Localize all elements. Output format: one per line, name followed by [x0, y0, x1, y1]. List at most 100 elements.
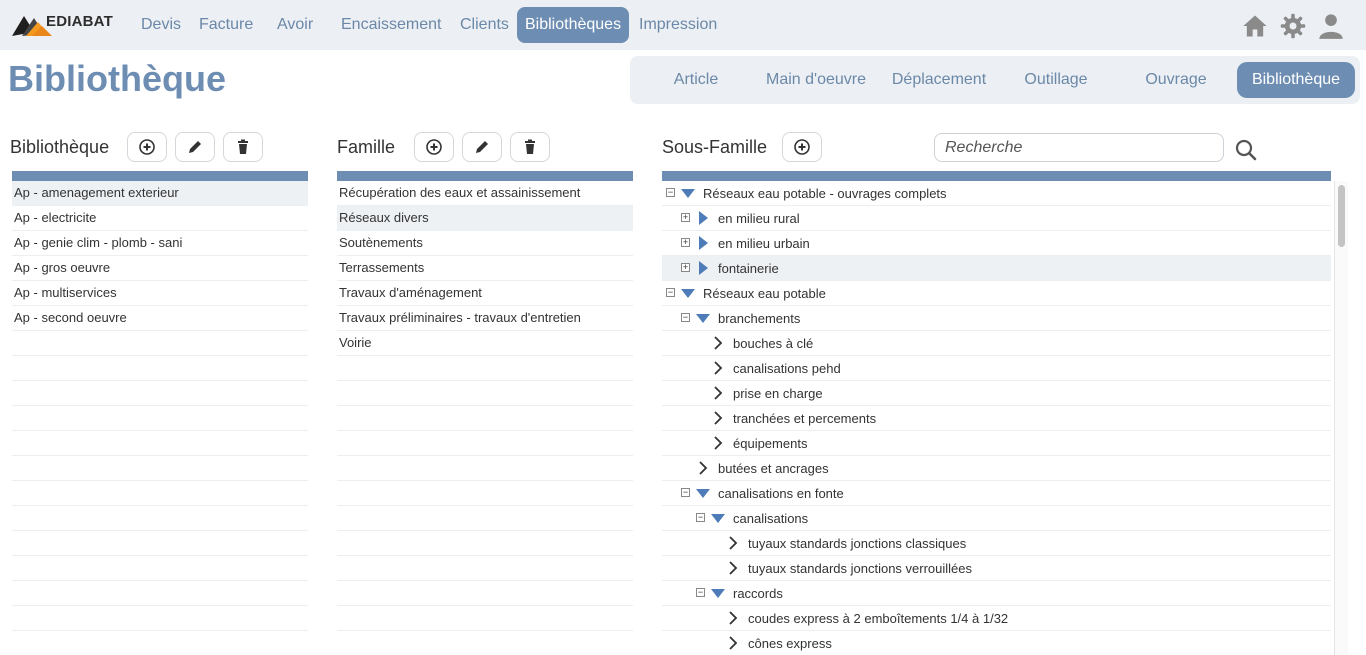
- empty-list-row: [337, 431, 633, 456]
- famille-add-button[interactable]: [414, 132, 454, 162]
- list-item[interactable]: Ap - genie clim - plomb - sani: [12, 231, 308, 256]
- list-item[interactable]: Ap - multiservices: [12, 281, 308, 306]
- tree-node[interactable]: tranchées et percements: [662, 406, 1331, 431]
- list-item[interactable]: Ap - second oeuvre: [12, 306, 308, 331]
- famille-delete-button[interactable]: [510, 132, 550, 162]
- tree-node[interactable]: + fontainerie: [662, 256, 1331, 281]
- scrollbar-thumb[interactable]: [1338, 185, 1345, 247]
- chevron-right-icon[interactable]: [711, 436, 725, 450]
- bibliotheque-edit-button[interactable]: [175, 132, 215, 162]
- tree-node-label: en milieu rural: [718, 211, 800, 226]
- collapse-toggle-icon[interactable]: −: [696, 588, 705, 597]
- expand-toggle-icon[interactable]: +: [681, 263, 690, 272]
- chevron-right-icon[interactable]: [711, 386, 725, 400]
- list-item[interactable]: Ap - amenagement exterieur: [12, 181, 308, 206]
- subtab-article[interactable]: Article: [648, 62, 744, 98]
- chevron-right-icon[interactable]: [726, 636, 740, 650]
- subtab-main-d-oeuvre[interactable]: Main d'oeuvre: [758, 62, 874, 98]
- nav-item-impression[interactable]: Impression: [631, 7, 725, 43]
- list-item[interactable]: Récupération des eaux et assainissement: [337, 181, 633, 206]
- tree-node[interactable]: coudes express à 2 emboîtements 1/4 à 1/…: [662, 606, 1331, 631]
- collapse-toggle-icon[interactable]: −: [681, 488, 690, 497]
- collapse-toggle-icon[interactable]: −: [666, 188, 675, 197]
- tree-node[interactable]: équipements: [662, 431, 1331, 456]
- tree-node[interactable]: − canalisations en fonte: [662, 481, 1331, 506]
- tree-node[interactable]: canalisations pehd: [662, 356, 1331, 381]
- chevron-right-icon[interactable]: [711, 336, 725, 350]
- list-item[interactable]: Travaux d'aménagement: [337, 281, 633, 306]
- list-item[interactable]: Ap - electricite: [12, 206, 308, 231]
- tree-node[interactable]: + en milieu rural: [662, 206, 1331, 231]
- chevron-right-icon[interactable]: [696, 461, 710, 475]
- tree-scrollbar[interactable]: [1334, 181, 1348, 655]
- nav-item-facture[interactable]: Facture: [191, 7, 261, 43]
- tree-node[interactable]: − branchements: [662, 306, 1331, 331]
- tree-node-label: coudes express à 2 emboîtements 1/4 à 1/…: [748, 611, 1009, 626]
- caret-down-icon[interactable]: [711, 586, 725, 600]
- user-icon[interactable]: [1317, 12, 1345, 40]
- tree-node-label: canalisations pehd: [733, 361, 841, 376]
- caret-right-icon[interactable]: [696, 236, 710, 250]
- list-item[interactable]: Ap - gros oeuvre: [12, 256, 308, 281]
- empty-list-row: [12, 406, 308, 431]
- tree-node-label: fontainerie: [718, 261, 779, 276]
- list-item[interactable]: Terrassements: [337, 256, 633, 281]
- subtab-d-placement[interactable]: Déplacement: [884, 62, 994, 98]
- chevron-right-icon[interactable]: [726, 611, 740, 625]
- subtab-outillage[interactable]: Outillage: [1006, 62, 1106, 98]
- tree-node[interactable]: prise en charge: [662, 381, 1331, 406]
- empty-list-row: [12, 381, 308, 406]
- nav-item-clients[interactable]: Clients: [452, 7, 517, 43]
- caret-down-icon[interactable]: [696, 486, 710, 500]
- empty-list-row: [337, 556, 633, 581]
- home-icon[interactable]: [1241, 12, 1269, 40]
- chevron-right-icon[interactable]: [711, 411, 725, 425]
- sous-famille-add-button[interactable]: [782, 132, 822, 162]
- tree-node[interactable]: − raccords: [662, 581, 1331, 606]
- list-item[interactable]: Soutènements: [337, 231, 633, 256]
- chevron-right-icon[interactable]: [711, 361, 725, 375]
- expand-toggle-icon[interactable]: +: [681, 238, 690, 247]
- tree-node-label: raccords: [733, 586, 783, 601]
- nav-item-bibliothèques[interactable]: Bibliothèques: [517, 7, 630, 43]
- caret-right-icon[interactable]: [696, 261, 710, 275]
- search-icon[interactable]: [1234, 138, 1258, 162]
- famille-panel-title: Famille: [337, 137, 396, 157]
- subtab-biblioth-que[interactable]: Bibliothèque: [1237, 62, 1355, 98]
- caret-down-icon[interactable]: [681, 286, 695, 300]
- nav-item-avoir[interactable]: Avoir: [269, 7, 321, 43]
- caret-right-icon[interactable]: [696, 211, 710, 225]
- nav-item-devis[interactable]: Devis: [133, 7, 189, 43]
- collapse-toggle-icon[interactable]: −: [696, 513, 705, 522]
- tree-node-label: canalisations en fonte: [718, 486, 844, 501]
- famille-edit-button[interactable]: [462, 132, 502, 162]
- expand-toggle-icon[interactable]: +: [681, 213, 690, 222]
- search-input[interactable]: [934, 133, 1224, 162]
- tree-node[interactable]: bouches à clé: [662, 331, 1331, 356]
- caret-down-icon[interactable]: [696, 311, 710, 325]
- chevron-right-icon[interactable]: [726, 536, 740, 550]
- tree-node[interactable]: − Réseaux eau potable - ouvrages complets: [662, 181, 1331, 206]
- caret-down-icon[interactable]: [681, 186, 695, 200]
- tree-node[interactable]: tuyaux standards jonctions verrouillées: [662, 556, 1331, 581]
- chevron-right-icon[interactable]: [726, 561, 740, 575]
- tree-node-label: tranchées et percements: [733, 411, 877, 426]
- tree-node[interactable]: − canalisations: [662, 506, 1331, 531]
- collapse-toggle-icon[interactable]: −: [666, 288, 675, 297]
- tree-node[interactable]: − Réseaux eau potable: [662, 281, 1331, 306]
- tree-node[interactable]: cônes express: [662, 631, 1331, 655]
- caret-down-icon[interactable]: [711, 511, 725, 525]
- tree-node[interactable]: tuyaux standards jonctions classiques: [662, 531, 1331, 556]
- subtab-ouvrage[interactable]: Ouvrage: [1124, 62, 1228, 98]
- bibliotheque-delete-button[interactable]: [223, 132, 263, 162]
- tree-node[interactable]: + en milieu urbain: [662, 231, 1331, 256]
- tree-node[interactable]: butées et ancrages: [662, 456, 1331, 481]
- list-item[interactable]: Voirie: [337, 331, 633, 356]
- tree-node-label: tuyaux standards jonctions verrouillées: [748, 561, 973, 576]
- collapse-toggle-icon[interactable]: −: [681, 313, 690, 322]
- list-item[interactable]: Travaux préliminaires - travaux d'entret…: [337, 306, 633, 331]
- list-item[interactable]: Réseaux divers: [337, 206, 633, 231]
- nav-item-encaissement[interactable]: Encaissement: [333, 7, 450, 43]
- bibliotheque-add-button[interactable]: [127, 132, 167, 162]
- gear-icon[interactable]: [1279, 12, 1307, 40]
